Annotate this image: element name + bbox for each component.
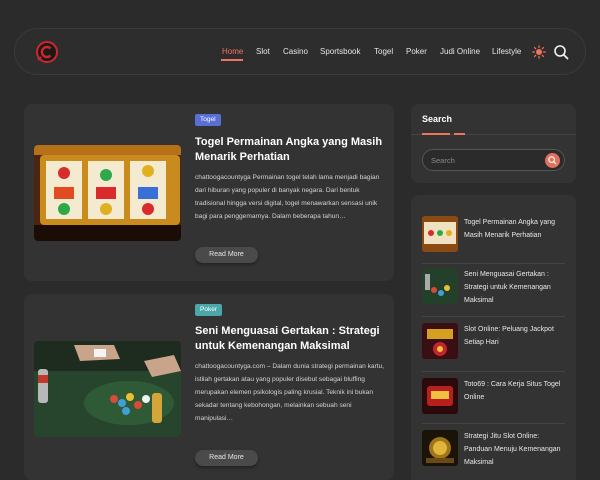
list-divider — [422, 371, 565, 372]
nav-casino[interactable]: Casino — [283, 47, 308, 56]
recent-post-thumbnail[interactable] — [422, 323, 458, 359]
nav-home[interactable]: Home — [222, 47, 243, 56]
post-card: Poker Seni Menguasai Gertakan : Strategi… — [24, 294, 394, 480]
recent-post-title[interactable]: Slot Online: Peluang Jackpot Setiap Hari — [464, 323, 566, 349]
post-title[interactable]: Togel Permainan Angka yang Masih Menarik… — [195, 135, 385, 165]
read-more-button[interactable]: Read More — [195, 450, 258, 466]
widget-title-underline-accent — [454, 133, 465, 135]
nav-lifestyle[interactable]: Lifestyle — [492, 47, 521, 56]
nav-sportsbook[interactable]: Sportsbook — [320, 47, 360, 56]
widget-title: Search — [422, 114, 453, 124]
sun-icon[interactable] — [532, 45, 546, 59]
post-thumbnail-poker-table[interactable] — [34, 341, 181, 437]
category-badge[interactable]: Togel — [195, 114, 221, 126]
list-divider — [422, 263, 565, 264]
post-excerpt: chattoogacountyga Permainan togel telah … — [195, 174, 380, 220]
search-icon[interactable] — [553, 44, 569, 60]
sidebar-recent-posts: Togel Permainan Angka yang Masih Menarik… — [411, 195, 576, 480]
site-logo-icon[interactable] — [35, 40, 59, 64]
nav-slot[interactable]: Slot — [256, 47, 270, 56]
search-box — [422, 149, 565, 171]
nav-togel[interactable]: Togel — [374, 47, 393, 56]
post-title[interactable]: Seni Menguasai Gertakan : Strategi untuk… — [195, 324, 385, 354]
recent-post-thumbnail[interactable] — [422, 430, 458, 466]
read-more-button[interactable]: Read More — [195, 247, 258, 263]
post-excerpt: chattoogacountyga.com – Dalam dunia stra… — [195, 363, 385, 422]
post-thumbnail-slot-machine[interactable] — [34, 145, 181, 241]
nav-poker[interactable]: Poker — [406, 47, 427, 56]
search-icon — [548, 156, 557, 165]
recent-post-title[interactable]: Toto69 : Cara Kerja Situs Togel Online — [464, 378, 566, 404]
widget-title-underline — [422, 133, 450, 135]
list-divider — [422, 423, 565, 424]
list-divider — [422, 316, 565, 317]
nav-judi-online[interactable]: Judi Online — [440, 47, 480, 56]
search-submit-button[interactable] — [545, 153, 560, 168]
recent-post-title[interactable]: Seni Menguasai Gertakan : Strategi untuk… — [464, 268, 566, 307]
site-header: Home Slot Casino Sportsbook Togel Poker … — [14, 28, 586, 75]
recent-post-thumbnail[interactable] — [422, 216, 458, 252]
recent-post-thumbnail[interactable] — [422, 378, 458, 414]
post-card: Togel Togel Permainan Angka yang Masih M… — [24, 104, 394, 281]
recent-post-title[interactable]: Togel Permainan Angka yang Masih Menarik… — [464, 216, 566, 242]
recent-post-title[interactable]: Strategi Jitu Slot Online: Panduan Menuj… — [464, 430, 566, 469]
search-input[interactable] — [431, 150, 541, 170]
nav-active-underline — [221, 59, 243, 61]
category-badge[interactable]: Poker — [195, 304, 222, 316]
sidebar-search-widget: Search — [411, 104, 576, 183]
recent-post-thumbnail[interactable] — [422, 268, 458, 304]
